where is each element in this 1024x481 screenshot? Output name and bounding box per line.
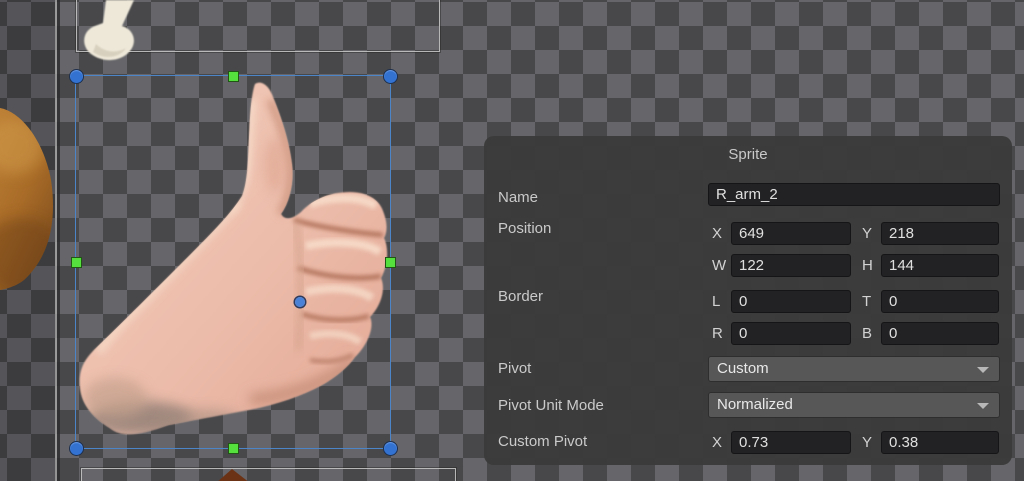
border-label: Border — [498, 287, 543, 307]
border-l-label: L — [712, 293, 727, 310]
brown-sprite-image — [0, 104, 62, 296]
resize-handle-top-right[interactable] — [383, 69, 398, 84]
name-input[interactable] — [708, 183, 1000, 206]
pivot-unit-mode-dropdown-value: Normalized — [717, 396, 793, 413]
custom-pivot-y-label: Y — [862, 434, 877, 451]
resize-handle-top-left[interactable] — [69, 69, 84, 84]
border-b-input[interactable] — [881, 322, 999, 345]
resize-handle-top[interactable] — [228, 71, 239, 82]
custom-pivot-x-input[interactable] — [731, 431, 851, 454]
pivot-label: Pivot — [498, 359, 531, 379]
position-w-input[interactable] — [731, 254, 851, 277]
custom-pivot-label: Custom Pivot — [498, 432, 587, 452]
sprite-panel: Sprite Name Position Border Pivot Pivot … — [484, 136, 1012, 465]
position-w-label: W — [712, 257, 727, 274]
position-y-input[interactable] — [881, 222, 999, 245]
position-h-input[interactable] — [881, 254, 999, 277]
border-t-input[interactable] — [881, 290, 999, 313]
sprite-editor-canvas: Sprite Name Position Border Pivot Pivot … — [0, 0, 1024, 481]
position-x-label: X — [712, 225, 727, 242]
name-label: Name — [498, 188, 538, 208]
position-y-label: Y — [862, 225, 877, 242]
custom-pivot-x-label: X — [712, 434, 727, 451]
resize-handle-left[interactable] — [71, 257, 82, 268]
sprite-selection-rect[interactable] — [75, 75, 391, 449]
pivot-dropdown-value: Custom — [717, 360, 769, 377]
pivot-unit-mode-dropdown[interactable]: Normalized — [708, 392, 1000, 418]
pivot-handle[interactable] — [295, 297, 305, 307]
position-label: Position — [498, 219, 551, 239]
chevron-down-icon — [977, 403, 989, 409]
custom-pivot-y-input[interactable] — [881, 431, 999, 454]
panel-title: Sprite — [484, 146, 1012, 163]
position-x-input[interactable] — [731, 222, 851, 245]
chevron-down-icon — [977, 367, 989, 373]
border-r-input[interactable] — [731, 322, 851, 345]
sprite-rect-below[interactable] — [81, 468, 456, 481]
position-h-label: H — [862, 257, 877, 274]
resize-handle-bottom-left[interactable] — [69, 441, 84, 456]
pivot-dropdown[interactable]: Custom — [708, 356, 1000, 382]
border-t-label: T — [862, 293, 877, 310]
resize-handle-bottom-right[interactable] — [383, 441, 398, 456]
bone-sprite-image — [76, 0, 146, 62]
pivot-unit-mode-label: Pivot Unit Mode — [498, 396, 604, 416]
resize-handle-right[interactable] — [385, 257, 396, 268]
triangle-sprite-image — [216, 469, 250, 481]
resize-handle-bottom[interactable] — [228, 443, 239, 454]
border-r-label: R — [712, 325, 727, 342]
border-b-label: B — [862, 325, 877, 342]
border-l-input[interactable] — [731, 290, 851, 313]
